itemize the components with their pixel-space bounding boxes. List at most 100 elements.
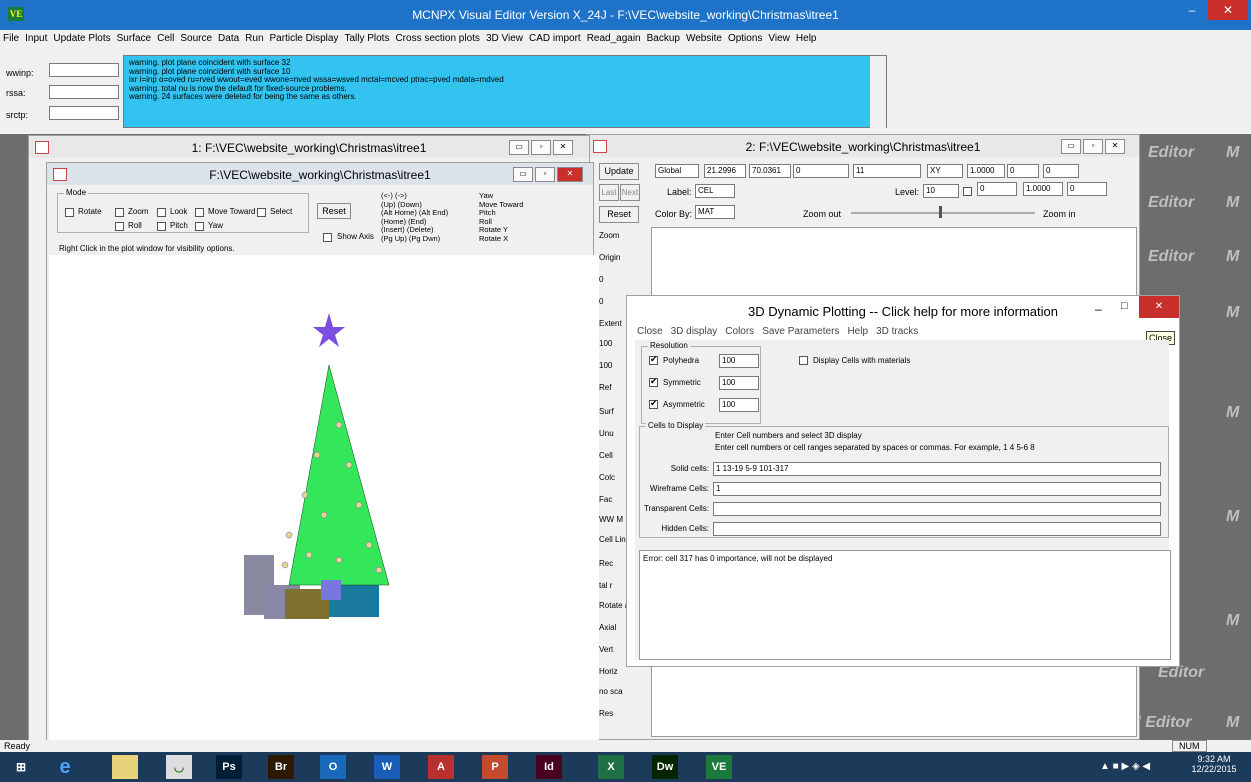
dialog-menu-colors[interactable]: Colors	[725, 326, 754, 337]
taskbar-app-ps-icon[interactable]: Ps	[216, 755, 242, 779]
reset-button[interactable]: Reset	[317, 203, 351, 219]
mode-select-checkbox[interactable]	[257, 208, 266, 217]
menu-cad-import[interactable]: CAD import	[526, 30, 584, 47]
side-control[interactable]: 0	[599, 275, 639, 284]
origin-y-input[interactable]: 70.0361	[749, 164, 791, 178]
field-input[interactable]: 0	[1043, 164, 1079, 178]
side-control[interactable]: Zoom	[599, 231, 639, 240]
plot-window-1-titlebar[interactable]: 1: F:\VEC\website_working\Christmas\itre…	[29, 136, 589, 158]
dialog-menu-help[interactable]: Help	[847, 326, 868, 337]
menu-view[interactable]: View	[765, 30, 793, 47]
menu-3d-view[interactable]: 3D View	[483, 30, 526, 47]
mode-rotate-checkbox[interactable]	[65, 208, 74, 217]
close-icon[interactable]: ✕	[553, 140, 573, 155]
system-tray[interactable]: ▲ ■ ▶ ◈ ◀	[1100, 761, 1150, 772]
minimize-icon[interactable]: ▭	[513, 167, 533, 182]
minimize-icon[interactable]: –	[1095, 302, 1102, 316]
origin-z-input[interactable]: 0	[793, 164, 849, 178]
plot-canvas-1[interactable]	[49, 255, 599, 741]
maximize-icon[interactable]: □	[1121, 300, 1128, 312]
field-input[interactable]: 0	[1007, 164, 1039, 178]
close-icon[interactable]: ✕	[1105, 139, 1125, 154]
dialog-menu-3d-tracks[interactable]: 3D tracks	[876, 326, 918, 337]
level-step-input[interactable]: 0	[1067, 182, 1107, 196]
menu-update-plots[interactable]: Update Plots	[50, 30, 113, 47]
resolution-input[interactable]: 100	[719, 376, 759, 390]
wwinp-input[interactable]	[49, 63, 119, 77]
scale-input[interactable]: 1.0000	[967, 164, 1005, 178]
taskbar-app-id-icon[interactable]: Id	[536, 755, 562, 779]
windows-start-icon[interactable]: ⊞	[8, 755, 34, 779]
mode-roll-checkbox[interactable]	[115, 222, 124, 231]
menu-input[interactable]: Input	[22, 30, 50, 47]
taskbar-app-x-icon[interactable]: X	[598, 755, 624, 779]
close-icon[interactable]: ✕	[557, 167, 583, 182]
srctp-input[interactable]	[49, 106, 119, 120]
origin-x-input[interactable]: 21.2996	[704, 164, 746, 178]
resolution-checkbox[interactable]	[649, 354, 658, 365]
minimize-icon[interactable]: ▭	[1061, 139, 1081, 154]
dialog-menu-close[interactable]: Close	[637, 326, 663, 337]
level-checkbox[interactable]	[963, 187, 972, 196]
next-button[interactable]: Next	[620, 184, 640, 201]
taskbar-app-p-icon[interactable]: P	[482, 755, 508, 779]
menu-read_again[interactable]: Read_again	[584, 30, 644, 47]
resolution-input[interactable]: 100	[719, 398, 759, 412]
menu-backup[interactable]: Backup	[644, 30, 683, 47]
resolution-checkbox[interactable]	[649, 398, 658, 409]
menu-options[interactable]: Options	[725, 30, 765, 47]
menu-cell[interactable]: Cell	[154, 30, 177, 47]
plot-view-titlebar[interactable]: F:\VEC\website_working\Christmas\itree1 …	[47, 163, 593, 185]
minimize-icon[interactable]: ▭	[509, 140, 529, 155]
plane-select[interactable]: XY	[927, 164, 963, 178]
mode-move-toward-checkbox[interactable]	[195, 208, 204, 217]
update-button[interactable]: Update	[599, 163, 639, 180]
maximize-icon[interactable]: ▫	[535, 167, 555, 182]
menu-cross-section-plots[interactable]: Cross section plots	[392, 30, 482, 47]
menu-run[interactable]: Run	[242, 30, 266, 47]
ie-icon[interactable]: e	[52, 755, 78, 779]
dialog-log[interactable]: Error: cell 317 has 0 importance, will n…	[639, 550, 1171, 660]
dialog-menu-save-parameters[interactable]: Save Parameters	[762, 326, 839, 337]
cells-field-input[interactable]: 1 13-19 5-9 101-317	[713, 462, 1161, 476]
taskbar-app-o-icon[interactable]: O	[320, 755, 346, 779]
cells-field-input[interactable]: 1	[713, 482, 1161, 496]
menu-source[interactable]: Source	[177, 30, 215, 47]
extent-input[interactable]: 11	[853, 164, 921, 178]
side-control[interactable]: Horiz	[599, 667, 639, 676]
level-min-input[interactable]: 0	[977, 182, 1017, 196]
taskbar-app-w-icon[interactable]: W	[374, 755, 400, 779]
close-button[interactable]: ✕	[1208, 0, 1248, 20]
cells-field-input[interactable]	[713, 522, 1161, 536]
side-control[interactable]: Res	[599, 709, 639, 718]
dialog-menu-3d-display[interactable]: 3D display	[671, 326, 718, 337]
reset-button[interactable]: Reset	[599, 206, 639, 223]
maximize-icon[interactable]: ▫	[1083, 139, 1103, 154]
minimize-button[interactable]: –	[1180, 0, 1204, 20]
mode-look-checkbox[interactable]	[157, 208, 166, 217]
clock[interactable]: 9:32 AM 12/22/2015	[1184, 754, 1244, 774]
maximize-icon[interactable]: ▫	[531, 140, 551, 155]
menu-surface[interactable]: Surface	[114, 30, 154, 47]
zoom-slider[interactable]	[851, 212, 1035, 214]
plot-view-window[interactable]: F:\VEC\website_working\Christmas\itree1 …	[46, 162, 599, 742]
taskbar-app-ve-icon[interactable]: VE	[706, 755, 732, 779]
dynamic-3d-titlebar[interactable]: 3D Dynamic Plotting -- Click help for mo…	[627, 296, 1179, 324]
show-axis-checkbox[interactable]	[323, 233, 332, 242]
mode-zoom-checkbox[interactable]	[115, 208, 124, 217]
mode-pitch-checkbox[interactable]	[157, 222, 166, 231]
display-materials-checkbox[interactable]	[799, 356, 808, 365]
menu-website[interactable]: Website	[683, 30, 725, 47]
global-select[interactable]: Global	[655, 164, 699, 178]
message-scrollbar[interactable]	[870, 56, 886, 128]
menu-particle-display[interactable]: Particle Display	[267, 30, 342, 47]
resolution-checkbox[interactable]	[649, 376, 658, 387]
side-control[interactable]: Origin	[599, 253, 639, 262]
file-explorer-icon[interactable]	[112, 755, 138, 779]
taskbar-app-dw-icon[interactable]: Dw	[652, 755, 678, 779]
rssa-input[interactable]	[49, 85, 119, 99]
zoom-slider-thumb[interactable]	[939, 206, 942, 218]
label-select[interactable]: CEL	[695, 184, 735, 198]
taskbar-app-a-icon[interactable]: A	[428, 755, 454, 779]
side-control[interactable]: no sca	[599, 687, 639, 696]
